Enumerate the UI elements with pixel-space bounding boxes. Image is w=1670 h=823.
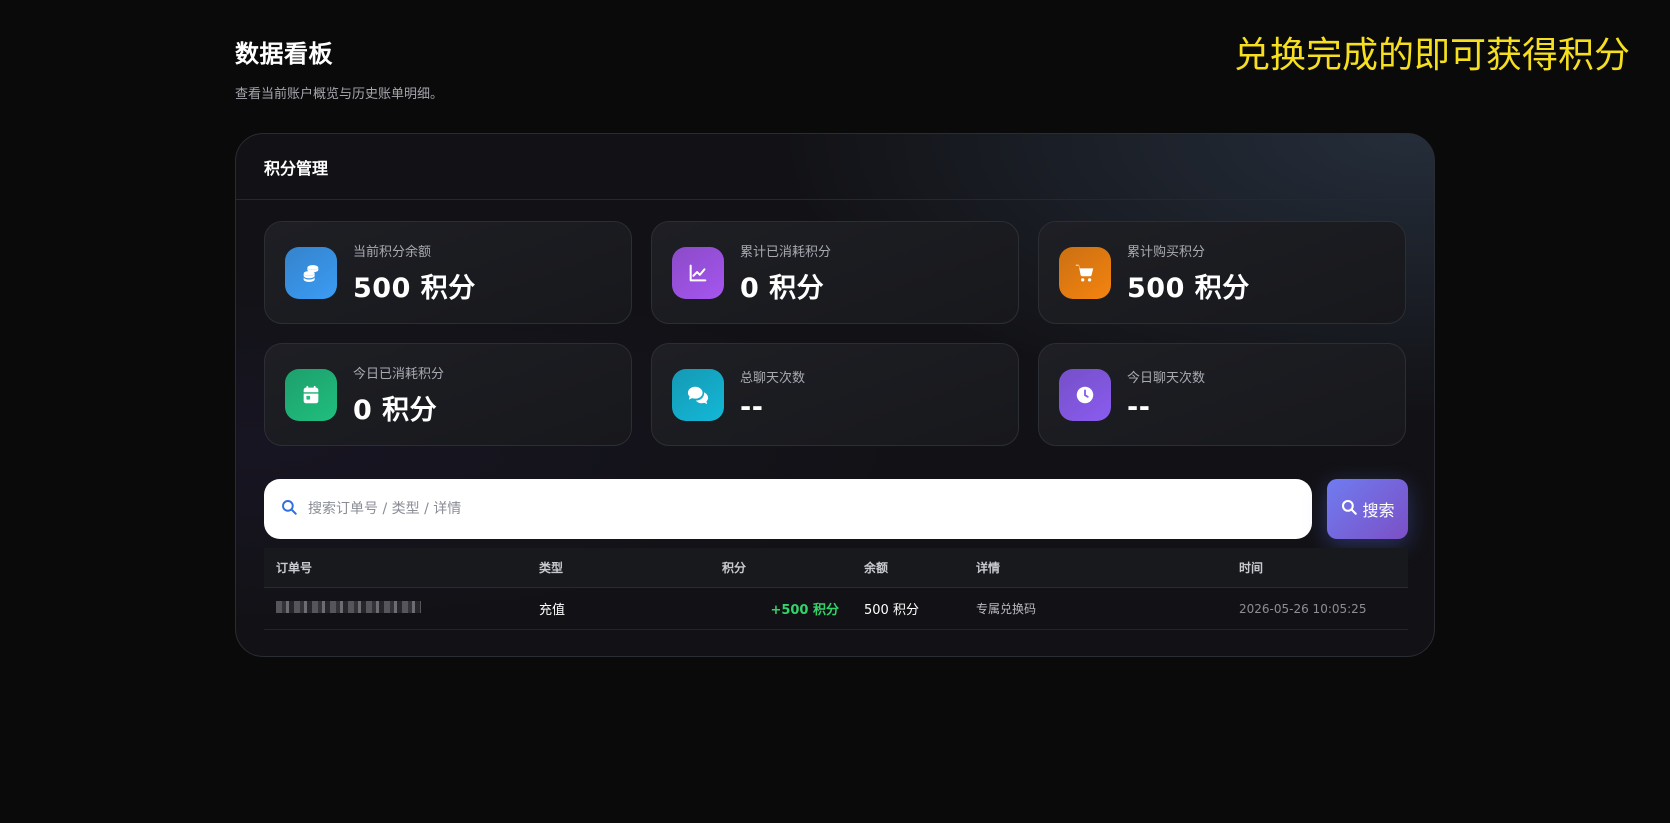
- type-cell: 充值: [539, 603, 566, 618]
- stat-card-total-purchased: 累计购买积分 500 积分: [1038, 221, 1406, 324]
- stat-label: 当前积分余额: [353, 244, 432, 260]
- dashboard-page: 数据看板 查看当前账户概览与历史账单明细。 兑换完成的即可获得积分 积分管理 当…: [0, 0, 1670, 823]
- promo-banner-text: 兑换完成的即可获得积分: [1233, 35, 1630, 76]
- calendar-icon: [285, 368, 337, 421]
- column-header-detail: 详情: [976, 561, 1001, 575]
- time-cell: 2026-05-26 10:05:25: [1239, 601, 1367, 616]
- chat-bubbles-icon: [672, 368, 724, 421]
- clock-icon: [1059, 368, 1111, 421]
- panel-header: 积分管理: [236, 134, 1434, 200]
- stat-card-today-chats: 今日聊天次数 --: [1038, 343, 1406, 446]
- stat-label: 今日聊天次数: [1127, 370, 1206, 386]
- search-button-label: 搜索: [1362, 501, 1395, 520]
- stat-value: 500 积分: [353, 272, 476, 304]
- search-icon: [280, 498, 298, 520]
- search-button[interactable]: 搜索: [1327, 479, 1408, 539]
- stats-grid: 当前积分余额 500 积分 累计已消耗积分 0 积分 累计购买积分 500 积分…: [264, 221, 1406, 446]
- column-header-points: 积分: [722, 561, 747, 575]
- points-cell: +500 积分: [770, 603, 839, 618]
- cart-icon: [1059, 246, 1111, 299]
- stat-label: 今日已消耗积分: [353, 366, 445, 382]
- chart-line-icon: [672, 246, 724, 299]
- balance-cell: 500 积分: [864, 603, 919, 618]
- stat-label: 累计已消耗积分: [740, 244, 832, 260]
- stat-label: 总聊天次数: [740, 370, 806, 386]
- table-header: 订单号 类型 积分 余额 详情 时间: [264, 548, 1408, 588]
- page-header: 数据看板 查看当前账户概览与历史账单明细。: [235, 34, 443, 102]
- search-icon: [1340, 498, 1358, 520]
- panel-title: 积分管理: [264, 158, 329, 178]
- stat-card-total-chats: 总聊天次数 --: [651, 343, 1019, 446]
- stat-value: 0 积分: [740, 272, 825, 304]
- points-panel: 积分管理 当前积分余额 500 积分 累计已消耗积分 0 积分 累计购买积分 5…: [235, 133, 1435, 657]
- stat-value: 0 积分: [353, 394, 438, 426]
- order-id-cell: [264, 600, 539, 617]
- stat-card-today-consumed: 今日已消耗积分 0 积分: [264, 343, 632, 446]
- column-header-time: 时间: [1239, 561, 1264, 575]
- stat-value: 500 积分: [1127, 272, 1250, 304]
- stat-value: --: [740, 391, 764, 423]
- stat-label: 累计购买积分: [1127, 244, 1206, 260]
- stat-card-balance: 当前积分余额 500 积分: [264, 221, 632, 324]
- column-header-balance: 余额: [864, 561, 889, 575]
- coins-icon: [285, 246, 337, 299]
- page-title: 数据看板: [235, 40, 333, 68]
- column-header-order-id: 订单号: [276, 561, 313, 575]
- search-input[interactable]: [308, 501, 1288, 517]
- search-box[interactable]: [264, 479, 1312, 539]
- stat-value: --: [1127, 391, 1151, 423]
- page-subtitle: 查看当前账户概览与历史账单明细。: [235, 87, 444, 102]
- column-header-type: 类型: [539, 561, 564, 575]
- stat-card-total-consumed: 累计已消耗积分 0 积分: [651, 221, 1019, 324]
- table-row: 充值 +500 积分 500 积分 专属兑换码 2026-05-26 10:05…: [264, 588, 1408, 630]
- bill-table: 订单号 类型 积分 余额 详情 时间 充值 +500 积分 500 积分 专属兑…: [264, 548, 1408, 630]
- detail-cell: 专属兑换码: [976, 602, 1037, 616]
- order-id-redacted: [276, 600, 421, 613]
- search-bar: 搜索: [264, 479, 1408, 539]
